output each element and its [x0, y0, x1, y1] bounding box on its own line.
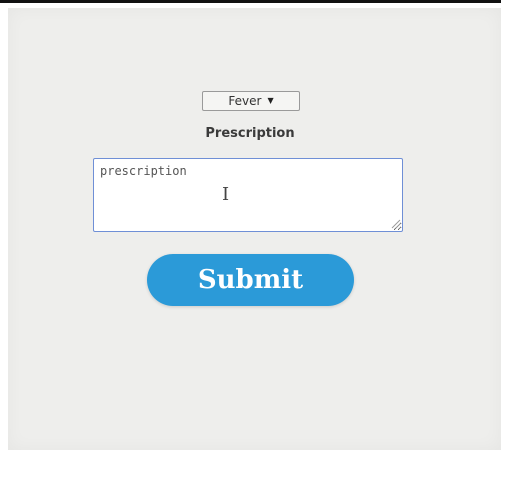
condition-select[interactable]: Fever ▼	[202, 91, 300, 111]
prescription-textarea[interactable]	[93, 158, 403, 232]
submit-button[interactable]: Submit	[147, 254, 354, 306]
right-border	[501, 0, 509, 477]
condition-select-value: Fever	[228, 94, 262, 108]
top-border	[0, 0, 509, 3]
prescription-label: Prescription	[205, 126, 295, 141]
bottom-border	[0, 450, 509, 477]
photo-frame: Fever ▼ Prescription I Submit	[0, 0, 509, 477]
chevron-down-icon: ▼	[267, 96, 274, 105]
